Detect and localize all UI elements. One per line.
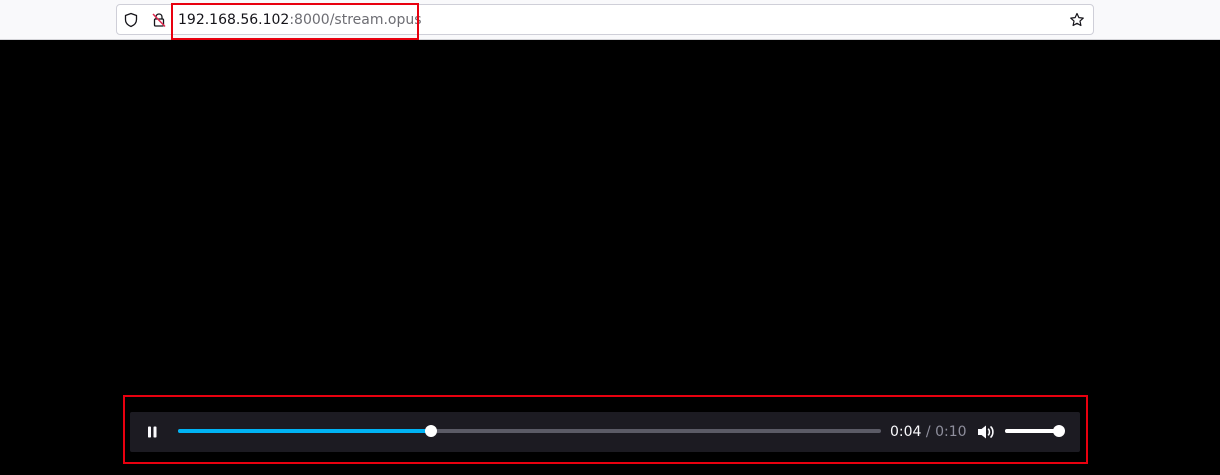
bookmark-star-icon[interactable]	[1069, 12, 1085, 28]
insecure-lock-icon[interactable]	[151, 12, 167, 28]
url-highlight-box	[171, 3, 419, 40]
player-highlight-box	[123, 395, 1088, 464]
shield-icon[interactable]	[123, 12, 139, 28]
